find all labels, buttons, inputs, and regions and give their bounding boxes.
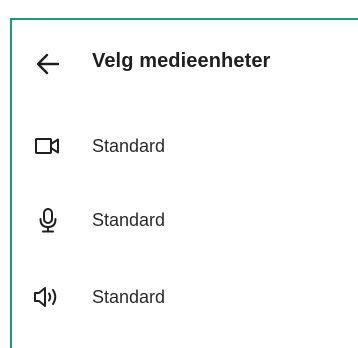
microphone-device-label: Standard bbox=[92, 210, 166, 230]
page-title: Velg medieenheter bbox=[92, 50, 271, 72]
speaker-icon bbox=[32, 283, 64, 311]
microphone-device-select[interactable]: Standard bbox=[12, 200, 358, 240]
panel-header: Velg medieenheter bbox=[12, 20, 358, 108]
camera-icon bbox=[32, 132, 64, 160]
back-button[interactable] bbox=[34, 51, 62, 77]
media-devices-panel: Velg medieenheter Standard Standard Stan… bbox=[10, 18, 358, 348]
microphone-icon bbox=[32, 206, 64, 234]
speaker-device-label: Standard bbox=[92, 287, 166, 307]
arrow-left-icon bbox=[36, 53, 60, 75]
camera-device-select[interactable]: Standard bbox=[12, 126, 358, 166]
speaker-device-select[interactable]: Standard bbox=[12, 277, 358, 317]
camera-device-label: Standard bbox=[92, 136, 166, 156]
